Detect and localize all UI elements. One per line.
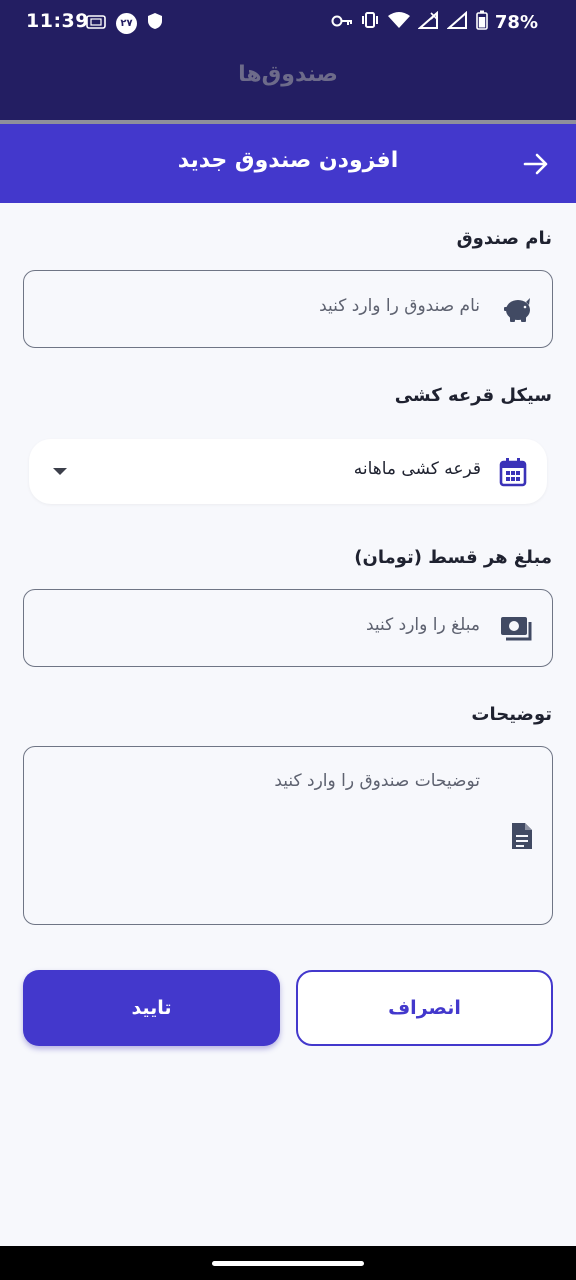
shield-icon [147,12,163,34]
page-title: افزودن صندوق جدید [177,148,399,173]
signal-icon-2 [446,10,469,33]
vibrate-icon [360,11,380,33]
fund-name-label: نام صندوق [456,228,552,249]
status-bar: 11:39 ۲۷ 78% [0,0,576,42]
wifi-icon [387,11,411,33]
document-icon [510,821,534,855]
battery-icon [476,10,488,34]
installment-amount-input[interactable]: مبلغ را وارد کنید [23,589,553,667]
piggy-bank-icon [502,294,534,328]
back-button[interactable] [516,146,556,182]
chevron-down-icon [53,468,67,475]
calendar-icon [499,457,527,491]
notification-count-badge: ۲۷ [116,12,137,34]
sheet-app-bar: افزودن صندوق جدید [0,124,576,203]
lottery-cycle-value: قرعه کشی ماهانه [353,459,481,479]
description-label: توضیحات [471,704,552,725]
installment-amount-placeholder: مبلغ را وارد کنید [365,615,480,635]
lottery-cycle-dropdown[interactable]: قرعه کشی ماهانه [29,439,547,504]
system-nav-bar [0,1246,576,1280]
status-time: 11:39 [26,10,89,32]
sim-card-icon [86,14,106,33]
description-textarea[interactable]: توضیحات صندوق را وارد کنید [23,746,553,925]
money-icon [500,615,534,647]
arrow-right-icon [523,153,548,175]
key-icon [331,13,353,32]
installment-amount-label: مبلغ هر قسط (تومان) [354,547,552,568]
lottery-cycle-label: سیکل قرعه کشی [394,385,552,406]
background-screen-title: صندوق‌ها [238,62,338,87]
fund-name-placeholder: نام صندوق را وارد کنید [319,296,480,316]
confirm-button[interactable]: تایید [23,970,280,1046]
description-placeholder: توضیحات صندوق را وارد کنید [274,771,480,791]
battery-percentage: 78% [494,11,538,33]
home-gesture-handle[interactable] [212,1261,364,1266]
cancel-button[interactable]: انصراف [296,970,553,1046]
fund-name-input[interactable]: نام صندوق را وارد کنید [23,270,553,348]
signal-icon [417,10,440,33]
